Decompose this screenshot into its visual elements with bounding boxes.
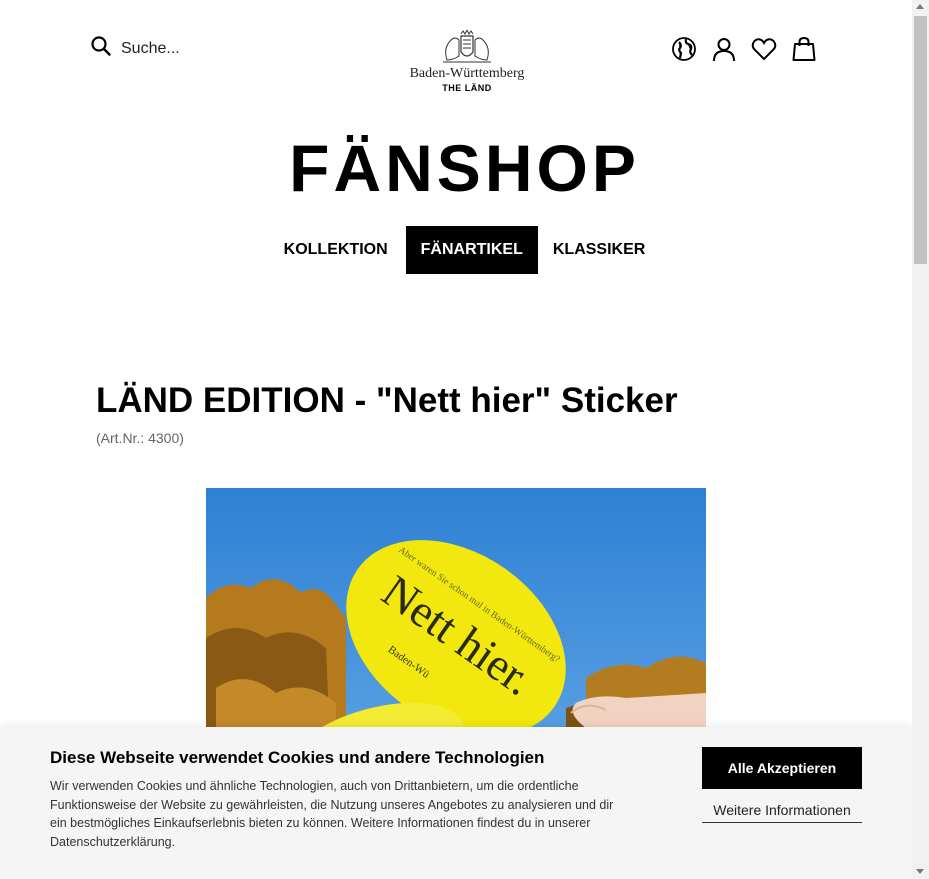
shopping-bag-icon[interactable] [791,36,817,62]
heart-icon[interactable] [751,36,777,62]
scrollbar-thumb[interactable] [914,16,927,264]
cookie-title: Diese Webseite verwendet Cookies und and… [50,748,545,767]
tab-kollektion[interactable]: KOLLEKTION [269,226,403,274]
search-input[interactable] [121,39,271,58]
scroll-down-arrow-icon[interactable] [916,869,924,874]
product-title: LÄND EDITION - "Nett hier" Sticker [96,381,678,420]
brand-claim: THE LÄND [442,83,492,93]
accept-all-button[interactable]: Alle Akzeptieren [702,747,862,789]
vertical-scrollbar[interactable] [912,0,929,879]
main-nav: KOLLEKTION FÄNARTIKEL KLASSIKER [0,226,912,274]
more-information-button[interactable]: Weitere Informationen [702,797,862,823]
scroll-up-arrow-icon[interactable] [916,4,924,9]
brand-logo[interactable]: Baden-Württemberg THE LÄND [396,30,538,94]
search-icon[interactable] [91,36,111,61]
tab-klassiker[interactable]: KLASSIKER [538,226,660,274]
coat-of-arms-icon [443,30,491,63]
article-number: (Art.Nr.: 4300) [96,430,184,446]
globe-icon[interactable] [671,36,697,62]
search-bar[interactable] [91,36,271,61]
tab-faenartikel[interactable]: FÄNARTIKEL [405,226,538,274]
shop-title: FÄNSHOP [289,131,640,205]
brand-name: Baden-Württemberg [409,66,525,81]
cookie-banner: Diese Webseite verwendet Cookies und and… [0,727,912,879]
user-icon[interactable] [711,36,737,62]
header-icons [671,36,817,62]
cookie-text: Wir verwenden Cookies und ähnliche Techn… [50,779,614,849]
